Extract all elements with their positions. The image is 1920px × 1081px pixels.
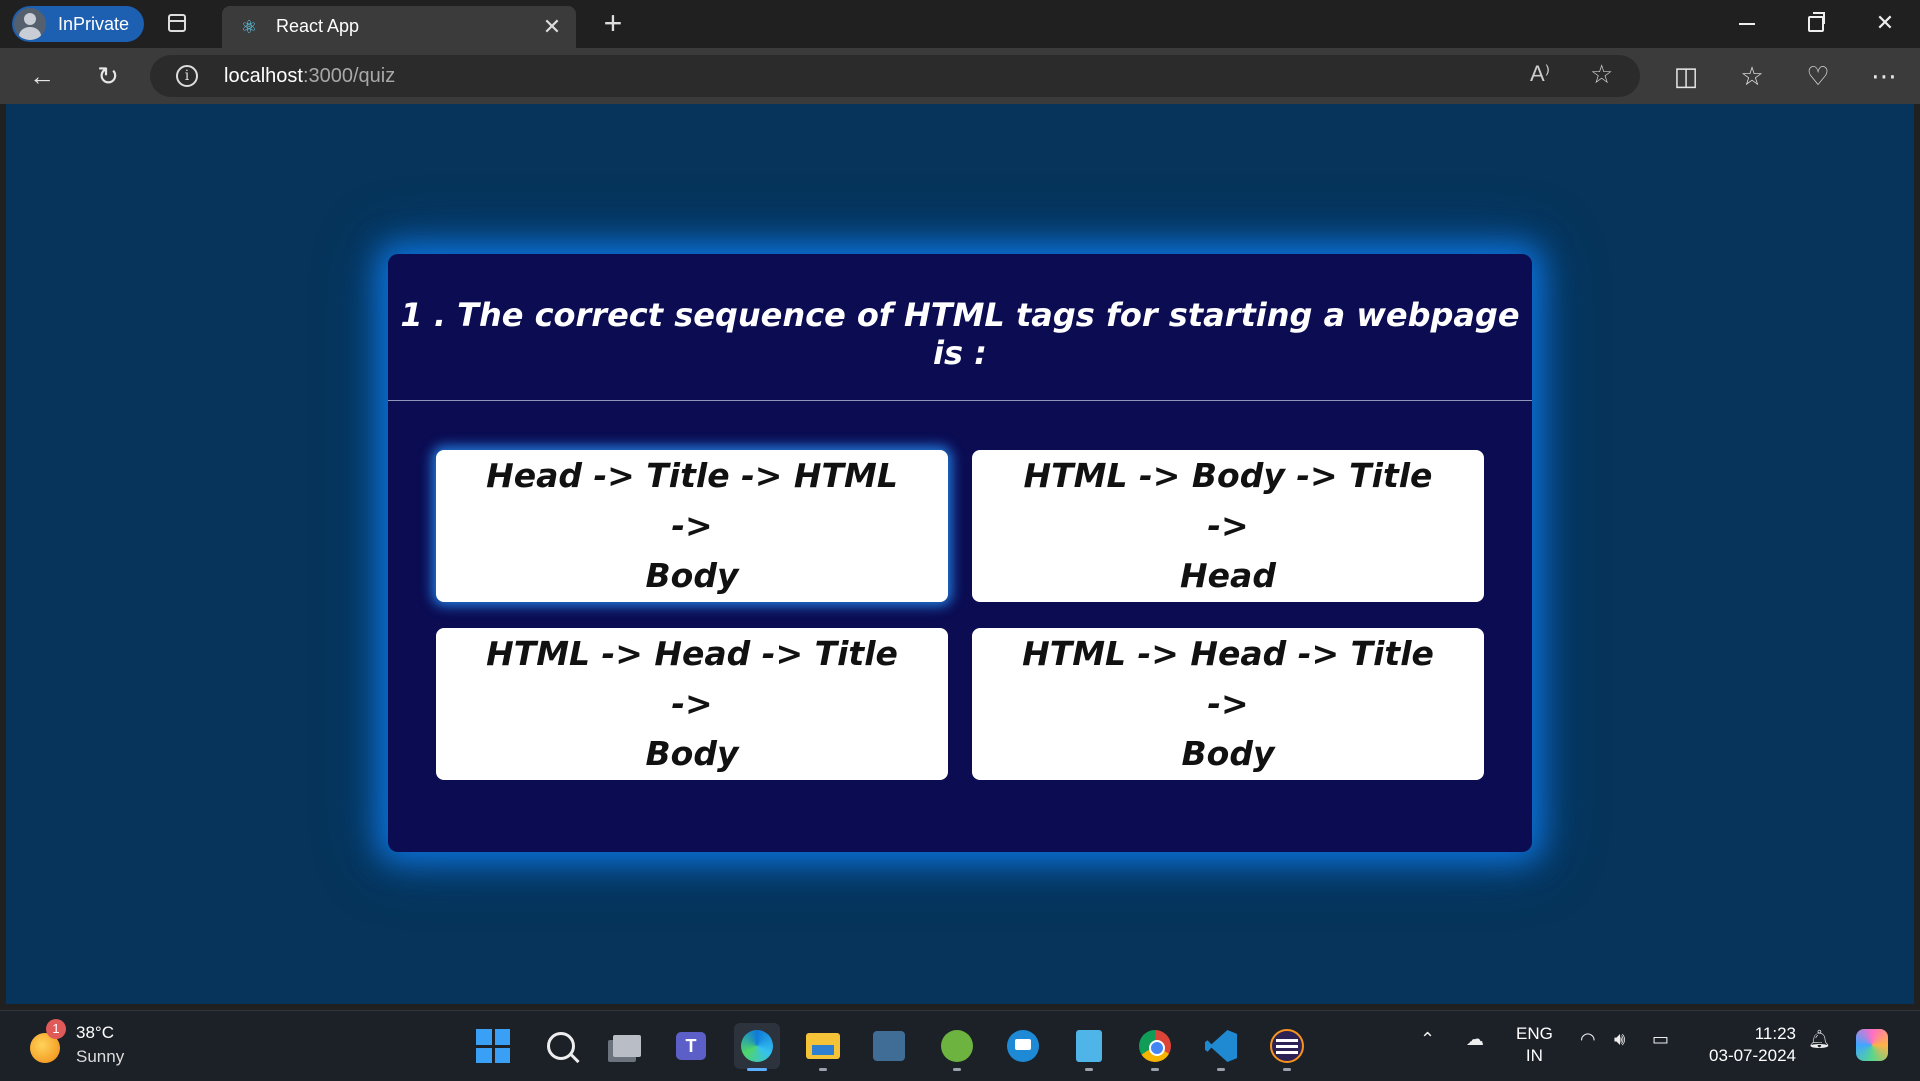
file-explorer-icon — [806, 1033, 840, 1059]
option-1-line2: Body — [645, 556, 739, 595]
answer-option-2[interactable]: HTML -> Body -> Title -> Head — [972, 450, 1484, 602]
refresh-icon[interactable]: ↻ — [90, 58, 126, 94]
task-view-button[interactable] — [604, 1023, 650, 1069]
more-options-icon[interactable]: ⋯ — [1866, 58, 1902, 94]
option-1-line1: Head -> Title -> HTML -> — [486, 456, 898, 545]
split-screen-icon[interactable]: ◫ — [1668, 58, 1704, 94]
spring-tool-suite-button[interactable] — [934, 1023, 980, 1071]
option-4-line1: HTML -> Head -> Title -> — [1022, 634, 1434, 723]
mysql-workbench-button[interactable] — [866, 1023, 912, 1069]
inprivate-profile-button[interactable]: InPrivate — [12, 6, 144, 42]
wifi-icon[interactable]: ◠ — [1580, 1029, 1596, 1050]
restore-button[interactable] — [1783, 0, 1849, 46]
eclipse-icon — [1270, 1029, 1304, 1063]
inprivate-label: InPrivate — [58, 13, 130, 34]
answer-option-1[interactable]: Head -> Title -> HTML -> Body — [436, 450, 948, 602]
avatar — [14, 8, 46, 40]
favorites-icon[interactable]: ☆ — [1734, 58, 1770, 94]
favorite-star-icon[interactable]: ☆ — [1590, 59, 1613, 90]
option-3-line1: HTML -> Head -> Title -> — [486, 634, 898, 723]
weather-condition: Sunny — [76, 1047, 125, 1066]
notification-badge: 1 — [46, 1019, 66, 1039]
divider — [388, 400, 1532, 401]
tab-actions-icon[interactable] — [168, 14, 186, 32]
browser-toolbar: ← ↻ i localhost:3000/quiz A⁾ ☆ ◫ ☆ ♡ ⋯ — [0, 48, 1920, 104]
vscode-icon — [1205, 1030, 1237, 1062]
address-bar[interactable]: i localhost:3000/quiz A⁾ ☆ — [150, 55, 1640, 97]
tab-title: React App — [276, 16, 360, 36]
close-tab-icon[interactable]: ✕ — [540, 14, 564, 40]
new-tab-icon[interactable]: + — [598, 6, 628, 40]
page-viewport: 1 . The correct sequence of HTML tags fo… — [6, 104, 1914, 1004]
back-arrow-icon[interactable]: ← — [24, 58, 60, 94]
answer-option-3[interactable]: HTML -> Head -> Title -> Body — [436, 628, 948, 780]
tab-react-app[interactable]: ⚛ React App ✕ — [222, 6, 576, 48]
read-aloud-icon[interactable]: A⁾ — [1530, 61, 1550, 87]
option-4-line2: Body — [1181, 734, 1275, 773]
clock-date: 03-07-2024 — [1709, 1046, 1796, 1065]
site-info-icon[interactable]: i — [176, 65, 198, 87]
volume-icon[interactable]: 🔊︎ — [1614, 1029, 1625, 1050]
notepad-icon — [1076, 1030, 1102, 1062]
taskbar: 1 38°C Sunny T ⌃ ☁ ENG IN ◠ 🔊︎ ▭ 11:23 0… — [0, 1010, 1920, 1081]
show-hidden-icons-chevron-icon[interactable]: ⌃ — [1420, 1029, 1435, 1050]
file-explorer-button[interactable] — [800, 1023, 846, 1071]
minimize-button[interactable] — [1714, 0, 1780, 46]
vscode-button[interactable] — [1198, 1023, 1244, 1071]
option-2-line1: HTML -> Body -> Title -> — [1023, 456, 1433, 545]
question-text: 1 . The correct sequence of HTML tags fo… — [400, 296, 1520, 372]
teams-icon: T — [676, 1032, 706, 1060]
chrome-button[interactable] — [1132, 1023, 1178, 1071]
edge-button[interactable] — [734, 1023, 780, 1071]
battery-icon[interactable]: ▭ — [1652, 1029, 1669, 1050]
notifications-bell-icon[interactable]: 🔔︎ — [1808, 1029, 1831, 1050]
browser-essentials-icon[interactable]: ♡ — [1800, 58, 1836, 94]
remote-desktop-button[interactable] — [1000, 1023, 1046, 1069]
eclipse-button[interactable] — [1264, 1023, 1310, 1071]
notepad-button[interactable] — [1066, 1023, 1112, 1071]
search-icon — [547, 1032, 575, 1060]
start-button[interactable] — [470, 1023, 516, 1069]
teams-button[interactable]: T — [668, 1023, 714, 1069]
temperature: 38°C — [76, 1023, 114, 1042]
option-2-line2: Head — [1180, 556, 1276, 595]
language-indicator[interactable]: ENG IN — [1516, 1023, 1553, 1067]
clock-time: 11:23 — [1754, 1024, 1796, 1043]
url-text[interactable]: localhost:3000/quiz — [224, 65, 395, 88]
system-clock[interactable]: 11:23 03-07-2024 — [1700, 1023, 1796, 1067]
search-button[interactable] — [538, 1023, 584, 1069]
mysql-workbench-icon — [873, 1031, 905, 1061]
task-view-icon — [613, 1035, 641, 1057]
remote-desktop-icon — [1007, 1030, 1039, 1062]
chrome-icon — [1139, 1030, 1171, 1062]
quiz-card: 1 . The correct sequence of HTML tags fo… — [388, 254, 1532, 852]
react-icon: ⚛ — [240, 17, 258, 37]
option-3-line2: Body — [645, 734, 739, 773]
onedrive-cloud-icon[interactable]: ☁ — [1466, 1029, 1484, 1050]
copilot-icon[interactable] — [1856, 1029, 1888, 1061]
windows-logo-icon — [476, 1029, 510, 1063]
spring-tool-suite-icon — [941, 1030, 973, 1062]
edge-icon — [741, 1030, 773, 1062]
answer-option-4[interactable]: HTML -> Head -> Title -> Body — [972, 628, 1484, 780]
title-bar: InPrivate ⚛ React App ✕ + ✕ — [0, 0, 1920, 48]
close-window-button[interactable]: ✕ — [1852, 0, 1918, 46]
